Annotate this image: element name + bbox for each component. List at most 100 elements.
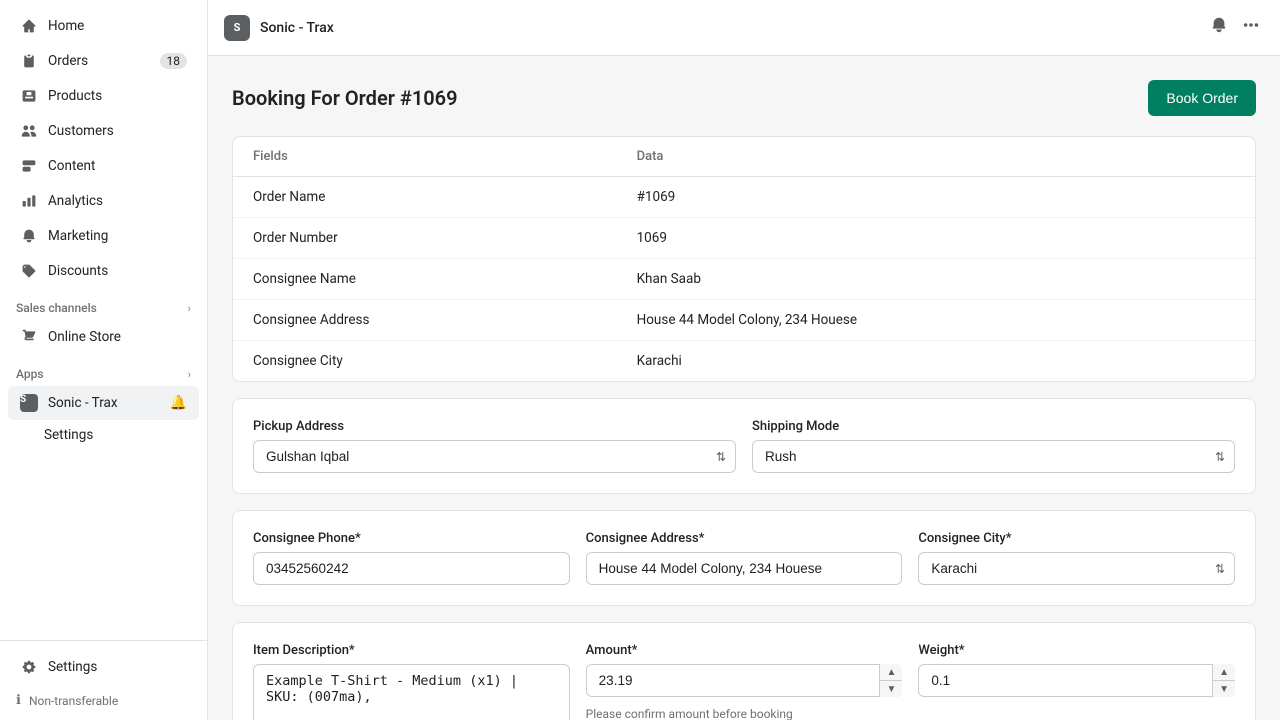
discounts-icon [20, 262, 38, 280]
sidebar-item-analytics-label: Analytics [48, 193, 103, 209]
apps-chevron[interactable]: › [188, 368, 191, 381]
sidebar-item-online-store-label: Online Store [48, 329, 121, 345]
sidebar-bottom: Settings ℹ Non-transferable [0, 640, 207, 720]
sales-channels-label: Sales channels [16, 301, 97, 315]
sidebar-item-content-label: Content [48, 158, 95, 174]
sidebar-item-products[interactable]: Products [8, 79, 199, 113]
sidebar-nav: Home Orders 18 Products Customers [0, 0, 207, 458]
home-icon [20, 17, 38, 35]
topbar-logo: S [224, 15, 250, 41]
sidebar: Home Orders 18 Products Customers [0, 0, 208, 720]
order-info-card: Fields Data Order Name #1069 Order Numbe… [232, 136, 1256, 382]
consignee-city-label: Consignee City* [918, 531, 1235, 546]
sidebar-item-home[interactable]: Home [8, 9, 199, 43]
sidebar-item-products-label: Products [48, 88, 102, 104]
table-row: Consignee Address House 44 Model Colony,… [233, 300, 1255, 341]
main-content: Booking For Order #1069 Book Order Field… [208, 56, 1280, 720]
weight-up-button[interactable]: ▲ [1213, 664, 1235, 681]
amount-label: Amount* [586, 643, 903, 658]
apps-section: Apps › [0, 355, 207, 385]
sidebar-sub-item-settings[interactable]: Settings [8, 421, 199, 449]
sidebar-item-orders-label: Orders [48, 53, 88, 69]
sidebar-settings-label: Settings [48, 659, 97, 675]
amount-spinner-wrapper: ▲ ▼ [586, 664, 903, 697]
shipping-mode-select[interactable]: Rush Standard Express [752, 440, 1235, 473]
item-description-group: Item Description* Example T-Shirt - Medi… [253, 643, 570, 720]
table-cell-field: Consignee Name [233, 259, 617, 300]
consignee-city-select-wrapper: Karachi Lahore Islamabad ⇅ [918, 552, 1235, 585]
sidebar-item-sonic-trax-label: Sonic - Trax [48, 395, 118, 411]
table-cell-field: Order Number [233, 218, 617, 259]
sidebar-item-marketing-label: Marketing [48, 228, 108, 244]
non-transferable-label: Non-transferable [29, 694, 118, 708]
table-row: Order Name #1069 [233, 177, 1255, 218]
consignee-city-group: Consignee City* Karachi Lahore Islamabad… [918, 531, 1235, 585]
table-cell-data: 1069 [617, 218, 1255, 259]
sidebar-item-sonic-trax[interactable]: S Sonic - Trax 🔔 [8, 386, 199, 420]
table-cell-data: Khan Saab [617, 259, 1255, 300]
weight-down-button[interactable]: ▼ [1213, 681, 1235, 697]
non-transferable: ℹ Non-transferable [0, 685, 207, 716]
sidebar-item-orders[interactable]: Orders 18 [8, 44, 199, 78]
pickup-address-select[interactable]: Gulshan Iqbal Other [253, 440, 736, 473]
consignee-address-input[interactable] [586, 552, 903, 585]
bell-icon: 🔔 [170, 395, 187, 411]
amount-hint: Please confirm amount before booking [586, 707, 903, 720]
pickup-address-group: Pickup Address Gulshan Iqbal Other ⇅ [253, 419, 736, 473]
bell-topbar-icon[interactable] [1206, 12, 1232, 43]
sidebar-item-discounts-label: Discounts [48, 263, 108, 279]
sidebar-item-customers[interactable]: Customers [8, 114, 199, 148]
weight-input[interactable] [918, 664, 1235, 697]
consignee-address-group: Consignee Address* [586, 531, 903, 585]
pickup-address-label: Pickup Address [253, 419, 736, 434]
content-icon [20, 157, 38, 175]
sonic-icon: S [20, 394, 38, 412]
sales-channels-chevron[interactable]: › [188, 302, 191, 315]
col-data: Data [617, 137, 1255, 177]
weight-label: Weight* [918, 643, 1235, 658]
sidebar-item-content[interactable]: Content [8, 149, 199, 183]
consignee-address-label: Consignee Address* [586, 531, 903, 546]
weight-spinner-wrapper: ▲ ▼ [918, 664, 1235, 697]
amount-up-button[interactable]: ▲ [880, 664, 902, 681]
more-topbar-icon[interactable] [1238, 12, 1264, 43]
order-info-table: Fields Data Order Name #1069 Order Numbe… [233, 137, 1255, 381]
sidebar-item-marketing[interactable]: Marketing [8, 219, 199, 253]
amount-group: Amount* ▲ ▼ Please confirm amount before… [586, 643, 903, 720]
item-description-input[interactable]: Example T-Shirt - Medium (x1) | SKU: (00… [253, 664, 570, 720]
weight-group: Weight* ▲ ▼ [918, 643, 1235, 720]
amount-down-button[interactable]: ▼ [880, 681, 902, 697]
table-cell-field: Order Name [233, 177, 617, 218]
sidebar-item-online-store[interactable]: Online Store [8, 320, 199, 354]
col-fields: Fields [233, 137, 617, 177]
table-row: Order Number 1069 [233, 218, 1255, 259]
consignee-phone-input[interactable] [253, 552, 570, 585]
item-description-card: Item Description* Example T-Shirt - Medi… [232, 622, 1256, 720]
topbar-title: Sonic - Trax [260, 20, 334, 36]
sales-channels-section: Sales channels › [0, 289, 207, 319]
item-description-label: Item Description* [253, 643, 570, 658]
sidebar-item-discounts[interactable]: Discounts [8, 254, 199, 288]
orders-icon [20, 52, 38, 70]
store-icon [20, 328, 38, 346]
amount-input[interactable] [586, 664, 903, 697]
sidebar-item-settings-main[interactable]: Settings [8, 650, 199, 684]
products-icon [20, 87, 38, 105]
table-cell-data: House 44 Model Colony, 234 Houese [617, 300, 1255, 341]
main: S Sonic - Trax Booking For Order #1069 B… [208, 0, 1280, 720]
sidebar-item-analytics[interactable]: Analytics [8, 184, 199, 218]
apps-label: Apps [16, 367, 44, 381]
amount-spinner-btns: ▲ ▼ [879, 664, 902, 697]
page-header: Booking For Order #1069 Book Order [232, 80, 1256, 116]
consignee-phone-label: Consignee Phone* [253, 531, 570, 546]
info-icon: ℹ [16, 693, 21, 708]
table-cell-field: Consignee Address [233, 300, 617, 341]
consignee-city-select[interactable]: Karachi Lahore Islamabad [918, 552, 1235, 585]
table-row: Consignee Name Khan Saab [233, 259, 1255, 300]
shipping-mode-label: Shipping Mode [752, 419, 1235, 434]
page-title: Booking For Order #1069 [232, 86, 458, 110]
book-order-button[interactable]: Book Order [1148, 80, 1256, 116]
consignee-details-card: Consignee Phone* Consignee Address* Cons… [232, 510, 1256, 606]
topbar-actions [1206, 12, 1264, 43]
table-cell-field: Consignee City [233, 341, 617, 382]
